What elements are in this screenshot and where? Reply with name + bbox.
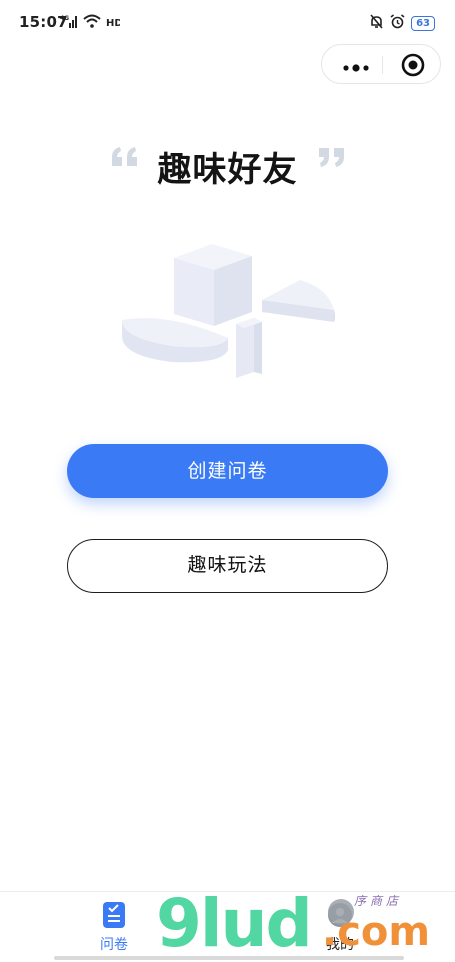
empty-state-illustration: [112, 238, 344, 388]
tab-mine-label: 我的: [326, 937, 354, 953]
title-area: 趣味好友: [0, 140, 455, 190]
network-label: 4G: [60, 15, 69, 22]
wifi-icon: [83, 13, 101, 32]
status-bar: 15:07 4G HD 63: [0, 0, 455, 44]
battery-icon: 63: [411, 16, 435, 31]
mute-bell-icon: [369, 14, 384, 33]
user-icon: [326, 901, 354, 929]
more-icon[interactable]: [342, 59, 370, 72]
capsule-divider: [382, 56, 383, 74]
close-icon[interactable]: [401, 53, 425, 77]
close-quote-icon: [314, 144, 348, 170]
questionnaire-icon: [100, 901, 128, 929]
page-title: 趣味好友: [157, 150, 298, 190]
create-questionnaire-button[interactable]: 创建问卷: [67, 444, 388, 498]
status-right-icons: 63: [369, 14, 435, 33]
alarm-icon: [390, 14, 405, 33]
signal-icon: 4G: [60, 13, 78, 32]
hd-icon: HD: [106, 13, 123, 32]
fun-play-button[interactable]: 趣味玩法: [67, 539, 388, 593]
status-left-icons: 4G HD: [60, 13, 123, 32]
hd-label: HD: [106, 18, 120, 28]
tab-questionnaire[interactable]: 问卷: [44, 892, 184, 958]
tab-bar: 问卷 我的: [0, 891, 455, 961]
miniprogram-capsule: [321, 44, 441, 84]
tab-questionnaire-label: 问卷: [100, 937, 128, 953]
tab-mine[interactable]: 我的: [270, 892, 410, 958]
home-indicator: [54, 956, 404, 960]
